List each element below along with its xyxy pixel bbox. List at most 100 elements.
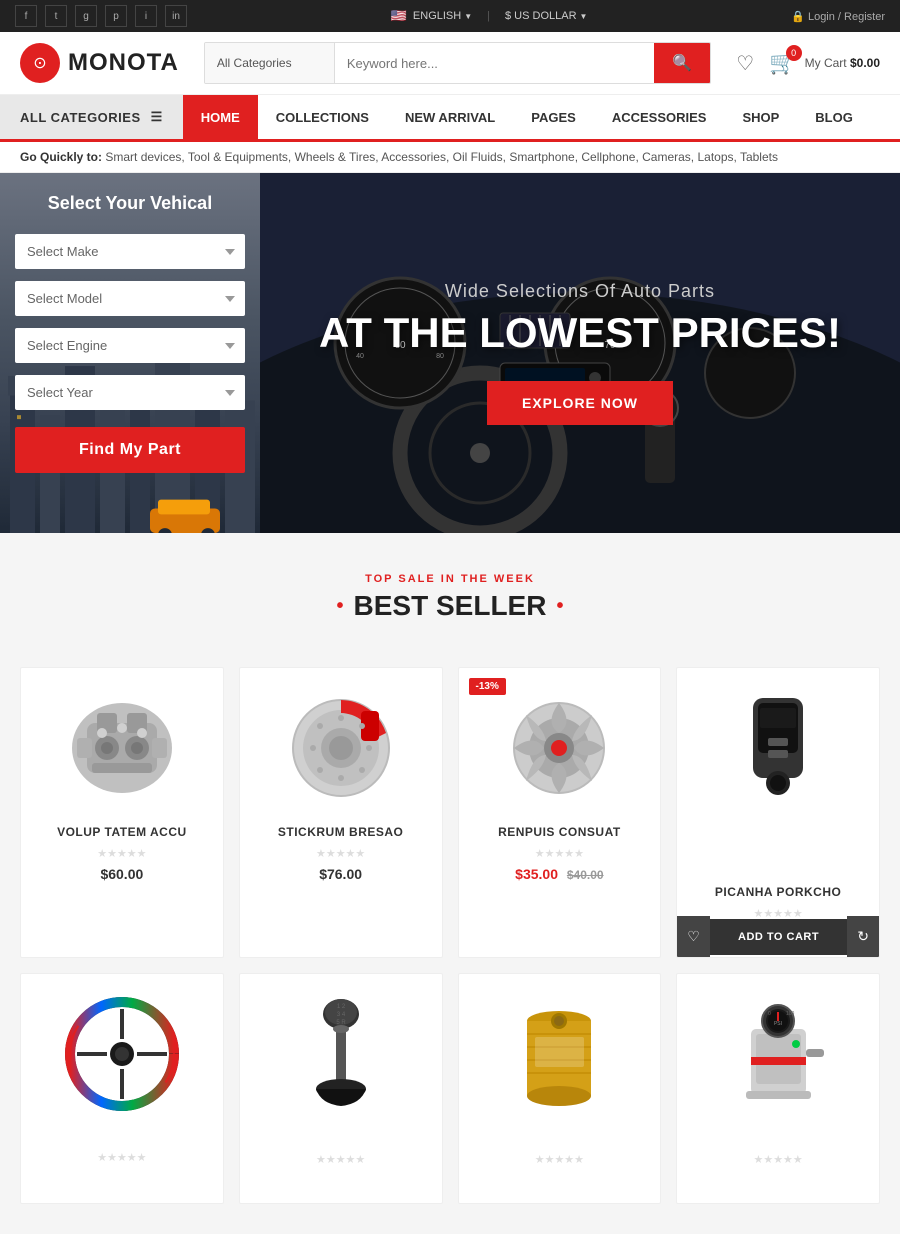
logo[interactable]: ⊙ MONOTA — [20, 43, 179, 83]
currency-selector[interactable]: $ US DOLLAR ▼ — [505, 10, 587, 22]
explore-button[interactable]: EXPLORE NOW — [487, 381, 673, 425]
wishlist-icon-btn-4[interactable]: ♡ — [677, 916, 710, 957]
login-register-link[interactable]: Login / Register — [808, 11, 885, 23]
products-grid-2: ★★★★★ 1 2 3 4 5 R ★★★★★ — [0, 973, 900, 1234]
model-select[interactable]: Select Model — [15, 281, 245, 316]
brake-svg — [286, 693, 396, 803]
quick-link-tools[interactable]: Tool & Equipments — [188, 150, 288, 164]
filter-svg — [517, 999, 602, 1109]
cart-badge: 0 — [786, 45, 802, 61]
engine-select[interactable]: Select Engine — [15, 328, 245, 363]
googleplus-icon[interactable]: g — [75, 5, 97, 27]
product-stars-5: ★★★★★ — [36, 1151, 208, 1164]
currency-chevron: ▼ — [580, 12, 588, 21]
nav-blog[interactable]: BLOG — [797, 95, 871, 139]
language-selector[interactable]: 🇺🇸 ENGLISH ▼ — [391, 8, 472, 24]
product-stars-1: ★★★★★ — [36, 847, 208, 860]
make-select[interactable]: Select Make — [15, 234, 245, 269]
main-content: Select Your Vehical Select Make Select M… — [0, 173, 900, 533]
logo-icon: ⊙ — [20, 43, 60, 83]
svg-text:PSI: PSI — [774, 1021, 782, 1027]
turbo-svg — [504, 693, 614, 803]
twitter-icon[interactable]: t — [45, 5, 67, 27]
product-stars-7: ★★★★★ — [474, 1153, 646, 1166]
quick-link-smartphone[interactable]: Smartphone — [509, 150, 574, 164]
finder-content: Select Your Vehical Select Make Select M… — [0, 173, 260, 493]
product-price-5 — [36, 1170, 208, 1186]
product-name-3: RENPUIS CONSUAT — [474, 825, 646, 839]
product-image-6: 1 2 3 4 5 R — [255, 989, 427, 1119]
product-image-7 — [474, 989, 646, 1119]
search-button[interactable]: 🔍 — [654, 43, 710, 83]
search-bar: All Categories 🔍 — [204, 42, 711, 84]
dot-right: • — [556, 595, 563, 618]
product-card-6[interactable]: 1 2 3 4 5 R ★★★★★ — [239, 973, 443, 1204]
quick-link-cameras[interactable]: Cameras — [642, 150, 691, 164]
gearshift-svg: 1 2 3 4 5 R — [306, 994, 376, 1114]
header: ⊙ MONOTA All Categories 🔍 ♡ 🛒 0 My Cart … — [0, 32, 900, 95]
product-image-2 — [255, 683, 427, 813]
product-card-3[interactable]: -13% RENPUIS CONSUAT ★★★★★ $35.00 — [458, 667, 662, 958]
nav-accessories[interactable]: ACCESSORIES — [594, 95, 725, 139]
product-stars-8: ★★★★★ — [692, 1153, 864, 1166]
header-icons: ♡ 🛒 0 My Cart $0.00 — [736, 50, 880, 76]
facebook-icon[interactable]: f — [15, 5, 37, 27]
instagram-icon[interactable]: i — [135, 5, 157, 27]
search-category-select[interactable]: All Categories — [205, 43, 335, 83]
find-my-part-button[interactable]: Find My Part — [15, 427, 245, 473]
product-price-1: $60.00 — [36, 866, 208, 882]
quick-links-label: Go Quickly to: — [20, 150, 102, 164]
product-price-7 — [474, 1172, 646, 1188]
currency-label: $ US DOLLAR — [505, 10, 577, 22]
product-card-7[interactable]: ★★★★★ — [458, 973, 662, 1204]
product-name-5 — [36, 1131, 208, 1143]
quick-link-laptops[interactable]: Latops — [697, 150, 733, 164]
year-select[interactable]: Select Year — [15, 375, 245, 410]
cart-text: My Cart $0.00 — [805, 56, 880, 70]
product-name-6 — [255, 1131, 427, 1145]
best-seller-section: TOP SALE IN THE WEEK • BEST SELLER • — [0, 533, 900, 667]
auth-links: 🔒 Login / Register — [791, 10, 885, 23]
product-card-4-content: ♡ ADD TO CART ↻ — [677, 668, 879, 885]
quick-links-bar: Go Quickly to: Smart devices, Tool & Equ… — [0, 142, 900, 173]
product-name-2: STICKRUM BRESAO — [255, 825, 427, 839]
quick-link-smart[interactable]: Smart devices — [105, 150, 181, 164]
wishlist-button[interactable]: ♡ — [736, 51, 754, 76]
flag-icon: 🇺🇸 — [391, 8, 407, 24]
nav-pages[interactable]: PAGES — [513, 95, 594, 139]
product-card-2[interactable]: STICKRUM BRESAO ★★★★★ $76.00 — [239, 667, 443, 958]
quick-link-accessories[interactable]: Accessories — [381, 150, 446, 164]
quick-link-oil[interactable]: Oil Fluids — [453, 150, 503, 164]
quick-link-tablets[interactable]: Tablets — [740, 150, 778, 164]
finder-title: Select Your Vehical — [15, 193, 245, 214]
svg-text:3 4: 3 4 — [336, 1012, 345, 1018]
product-image-5 — [36, 989, 208, 1119]
all-categories-label: ALL CATEGORIES — [20, 110, 141, 125]
product-card-4[interactable]: ♡ ADD TO CART ↻ PICANHA PORKCHO ★★★★★ $6… — [676, 667, 880, 958]
lock-icon: 🔒 — [791, 11, 805, 23]
quick-link-cellphone[interactable]: Cellphone — [581, 150, 635, 164]
hamburger-icon: ☰ — [151, 109, 163, 125]
nav-new-arrival[interactable]: NEW ARRIVAL — [387, 95, 513, 139]
wheel-svg — [62, 994, 182, 1114]
add-to-cart-button-4[interactable]: ADD TO CART — [710, 919, 847, 955]
product-image-1 — [36, 683, 208, 813]
product-card-1[interactable]: VOLUP TATEM ACCU ★★★★★ $60.00 — [20, 667, 224, 958]
social-icons: f t g p i in — [15, 5, 187, 27]
product-price-3: $35.00 $40.00 — [474, 866, 646, 882]
all-categories-button[interactable]: ALL CATEGORIES ☰ — [0, 95, 183, 139]
product-card-5[interactable]: ★★★★★ — [20, 973, 224, 1204]
nav-home[interactable]: HOME — [183, 95, 258, 139]
nav-shop[interactable]: SHOP — [724, 95, 797, 139]
product-image-8: PSI 0 100 — [692, 989, 864, 1119]
product-card-8[interactable]: PSI 0 100 ★★★★★ — [676, 973, 880, 1204]
cart-button[interactable]: 🛒 0 My Cart $0.00 — [769, 50, 880, 76]
nav-collections[interactable]: COLLECTIONS — [258, 95, 387, 139]
pinterest-icon[interactable]: p — [105, 5, 127, 27]
quick-link-wheels[interactable]: Wheels & Tires — [295, 150, 376, 164]
product-stars-2: ★★★★★ — [255, 847, 427, 860]
search-input[interactable] — [335, 43, 654, 83]
refresh-icon-btn-4[interactable]: ↻ — [847, 916, 879, 957]
product-image-4 — [692, 683, 864, 813]
linkedin-icon[interactable]: in — [165, 5, 187, 27]
